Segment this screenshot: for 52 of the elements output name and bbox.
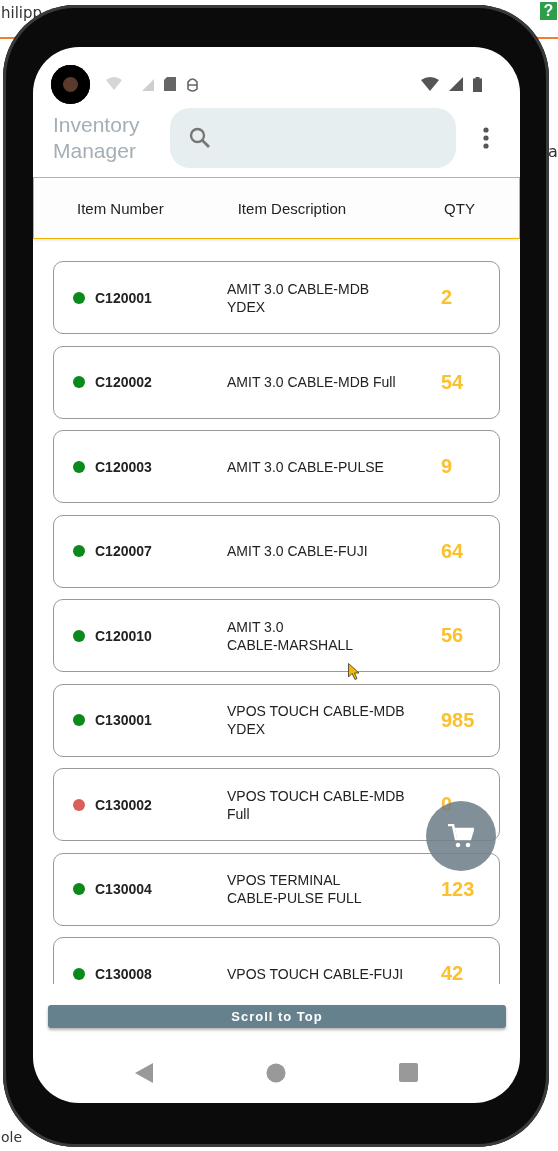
quantity: 985 xyxy=(441,708,475,732)
item-card[interactable]: C120002 AMIT 3.0 CABLE-MDB Full 54 xyxy=(53,345,500,419)
quantity: 9 xyxy=(441,455,453,478)
scroll-to-top-button[interactable]: Scroll to Top xyxy=(48,1005,506,1028)
pointer-icon xyxy=(348,663,360,680)
signal-icon xyxy=(449,77,463,91)
item-number: C120003 xyxy=(95,458,153,475)
column-header: Item Description xyxy=(237,199,347,217)
item-card[interactable]: C130001 VPOS TOUCH CABLE-MDB YDEX 985 xyxy=(53,683,500,757)
quantity: 56 xyxy=(441,624,464,647)
page-text: ole xyxy=(1,1129,23,1145)
item-number: C130004 xyxy=(95,881,153,897)
item-card[interactable]: C120007 AMIT 3.0 CABLE-FUJI 64 xyxy=(53,514,500,588)
item-description: AMIT 3.0 CABLE-PULSE xyxy=(227,457,385,476)
item-description: AMIT 3.0 CABLE-MARSHALL xyxy=(227,617,355,654)
column-header: Item Number xyxy=(77,199,164,217)
item-number: C130002 xyxy=(95,796,153,813)
item-description: VPOS TOUCH CABLE-FUJI xyxy=(227,964,405,983)
item-card[interactable]: C120003 AMIT 3.0 CABLE-PULSE 9 xyxy=(53,430,500,503)
quantity: 64 xyxy=(441,539,464,563)
home-icon[interactable] xyxy=(266,1062,286,1083)
camera-hole xyxy=(51,64,90,104)
item-number: C130001 xyxy=(95,712,153,728)
item-number: C120001 xyxy=(95,289,153,306)
item-number: C120002 xyxy=(95,374,153,390)
item-number: C120007 xyxy=(95,543,153,559)
cart-icon xyxy=(448,824,474,848)
item-description: AMIT 3.0 CABLE-MDB Full xyxy=(227,373,397,391)
app-title: Inventory Manager xyxy=(53,112,141,164)
item-description: VPOS TOUCH CABLE-MDB YDEX xyxy=(227,702,406,738)
battery-icon xyxy=(473,76,482,92)
quantity: 42 xyxy=(441,962,464,984)
robot-icon xyxy=(186,76,199,92)
menu-icon[interactable] xyxy=(483,127,489,149)
item-number: C120010 xyxy=(95,627,153,644)
item-description: VPOS TOUCH CABLE-MDB Full xyxy=(227,786,406,823)
item-card[interactable]: C120010 AMIT 3.0 CABLE-MARSHALL 56 xyxy=(53,599,500,672)
item-number: C130008 xyxy=(95,965,153,982)
item-description: VPOS TERMINAL CABLE-PULSE FULL xyxy=(227,871,363,907)
back-icon[interactable] xyxy=(135,1062,153,1083)
quantity: 123 xyxy=(441,877,475,901)
wifi-icon xyxy=(421,77,439,91)
quantity: 54 xyxy=(441,370,464,394)
item-description: AMIT 3.0 CABLE-FUJI xyxy=(227,542,369,560)
item-description: AMIT 3.0 CABLE-MDB YDEX xyxy=(227,279,371,316)
column-header: QTY xyxy=(444,199,475,217)
sd-card-icon xyxy=(164,77,176,91)
search-field[interactable] xyxy=(170,108,456,168)
quantity: 2 xyxy=(441,286,453,309)
item-card[interactable]: C120001 AMIT 3.0 CABLE-MDB YDEX 2 xyxy=(53,261,500,334)
search-icon xyxy=(188,126,212,150)
page-text: a xyxy=(548,142,558,161)
